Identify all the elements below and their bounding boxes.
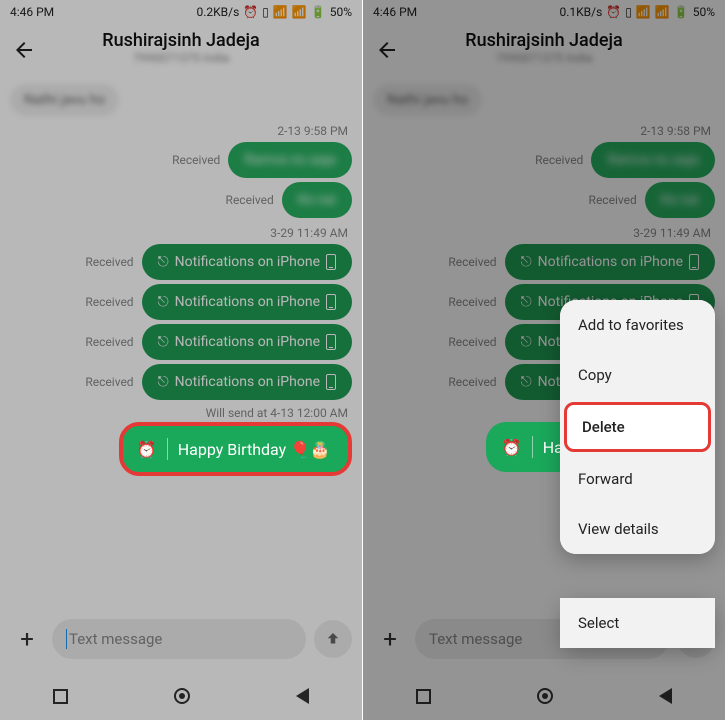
input-placeholder: Text message xyxy=(429,630,522,648)
status-time: 4:46 PM xyxy=(10,5,54,19)
wifi-icon: 📶 xyxy=(655,5,670,19)
menu-view-details[interactable]: View details xyxy=(560,504,715,554)
battery-icon: 🔋 xyxy=(674,5,689,19)
outgoing-message[interactable]: Ke nai xyxy=(282,182,352,218)
message-row: Received ⎋Notifications on iPhone xyxy=(10,324,352,360)
incoming-message[interactable]: Nathi javu ho xyxy=(373,84,482,116)
phone-left: 4:46 PM 0.2KB/s ⏰ ▯ 📶 📶 🔋 50% Rushirajsi… xyxy=(0,0,362,720)
input-placeholder: Text message xyxy=(69,630,162,648)
send-button[interactable] xyxy=(314,620,352,658)
outgoing-message[interactable]: ⎋Notifications on iPhone xyxy=(142,244,352,280)
status-bar: 4:46 PM 0.2KB/s ⏰ ▯ 📶 📶 🔋 50% xyxy=(0,0,362,24)
timestamp: 3-29 11:49 AM xyxy=(373,226,711,240)
outgoing-message[interactable]: ⎋Notifications on iPhone xyxy=(142,364,352,400)
scheduled-message[interactable]: ⏰ Happy Birthday 🎈🎂 xyxy=(119,422,352,476)
alarm-icon: ⏰ xyxy=(606,5,621,19)
message-row: Received Ke nai xyxy=(10,182,352,218)
message-row: Received ⎋Notifications on iPhone xyxy=(10,284,352,320)
timestamp: 2-13 9:58 PM xyxy=(10,124,348,138)
chat-header: Rushirajsinh Jadeja 7990071375 India xyxy=(0,24,362,78)
contact-name: Rushirajsinh Jadeja xyxy=(0,30,362,51)
nav-bar xyxy=(363,672,725,720)
phone-icon xyxy=(326,254,336,270)
outgoing-message[interactable]: ⎋Notifications on iPhone xyxy=(142,284,352,320)
timestamp: 3-29 11:49 AM xyxy=(10,226,348,240)
sim-icon: ▯ xyxy=(262,5,269,19)
outgoing-message[interactable]: ⎋Notifications on iPhone xyxy=(505,244,715,280)
message-input[interactable]: Text message xyxy=(52,619,306,659)
nav-home[interactable] xyxy=(537,688,553,704)
chat-header: Rushirajsinh Jadeja 7990071375 India xyxy=(363,24,725,78)
nav-recents[interactable] xyxy=(53,689,68,704)
scheduled-time-label: Will send at 4-13 12:00 AM xyxy=(10,406,348,420)
scheduled-text: Happy Birthday 🎈🎂 xyxy=(178,440,330,459)
outgoing-message[interactable]: Ramva no aaja xyxy=(591,142,715,178)
nav-back[interactable] xyxy=(296,688,309,704)
status-time: 4:46 PM xyxy=(373,5,417,19)
phone-right: 4:46 PM 0.1KB/s ⏰ ▯ 📶 📶 🔋 50% Rushirajsi… xyxy=(363,0,725,720)
context-menu-2: Select xyxy=(560,598,715,648)
menu-delete[interactable]: Delete xyxy=(564,402,711,452)
context-menu: Add to favorites Copy Delete Forward Vie… xyxy=(560,300,715,554)
delivery-status: Received xyxy=(85,295,133,309)
status-net: 0.2KB/s xyxy=(196,5,239,19)
message-row: Received Ramva no aaja xyxy=(10,142,352,178)
menu-copy[interactable]: Copy xyxy=(560,350,715,400)
delivery-status: Received xyxy=(85,375,133,389)
phone-icon xyxy=(326,334,336,350)
alarm-icon: ⏰ xyxy=(137,440,157,459)
nav-home[interactable] xyxy=(174,688,190,704)
battery-icon: 🔋 xyxy=(311,5,326,19)
menu-add-favorites[interactable]: Add to favorites xyxy=(560,300,715,350)
alarm-icon: ⏰ xyxy=(502,438,522,457)
status-bar: 4:46 PM 0.1KB/s ⏰ ▯ 📶 📶 🔋 50% xyxy=(363,0,725,24)
incoming-message[interactable]: Nathi javu ho xyxy=(10,84,119,116)
outgoing-message[interactable]: Ramva no aaja xyxy=(228,142,352,178)
menu-select[interactable]: Select xyxy=(560,598,715,648)
message-row: Received ⎋Notifications on iPhone xyxy=(10,244,352,280)
signal-icon: 📶 xyxy=(273,5,288,19)
delivery-status: Received xyxy=(226,193,274,207)
status-net: 0.1KB/s xyxy=(559,5,602,19)
chat-body: Nathi javu ho 2-13 9:58 PM Received Ramv… xyxy=(0,78,362,482)
outgoing-message[interactable]: Ke nai xyxy=(645,182,715,218)
contact-subtitle: 7990071375 India xyxy=(363,51,725,65)
attach-button[interactable]: + xyxy=(373,622,407,656)
wifi-icon: 📶 xyxy=(292,5,307,19)
status-battery: 50% xyxy=(693,5,715,19)
input-bar: + Text message xyxy=(0,612,362,666)
contact-subtitle: 7990071375 India xyxy=(0,51,362,65)
attach-button[interactable]: + xyxy=(10,622,44,656)
delivery-status: Received xyxy=(85,335,133,349)
delivery-status: Received xyxy=(85,255,133,269)
timestamp: 2-13 9:58 PM xyxy=(373,124,711,138)
alarm-icon: ⏰ xyxy=(243,5,258,19)
menu-forward[interactable]: Forward xyxy=(560,454,715,504)
sim-icon: ▯ xyxy=(625,5,632,19)
delivery-status: Received xyxy=(172,153,220,167)
message-row: Received ⎋Notifications on iPhone xyxy=(10,364,352,400)
phone-icon xyxy=(326,374,336,390)
nav-recents[interactable] xyxy=(416,689,431,704)
nav-back[interactable] xyxy=(659,688,672,704)
contact-name: Rushirajsinh Jadeja xyxy=(363,30,725,51)
signal-icon: 📶 xyxy=(636,5,651,19)
nav-bar xyxy=(0,672,362,720)
status-battery: 50% xyxy=(330,5,352,19)
phone-icon xyxy=(326,294,336,310)
outgoing-message[interactable]: ⎋Notifications on iPhone xyxy=(142,324,352,360)
